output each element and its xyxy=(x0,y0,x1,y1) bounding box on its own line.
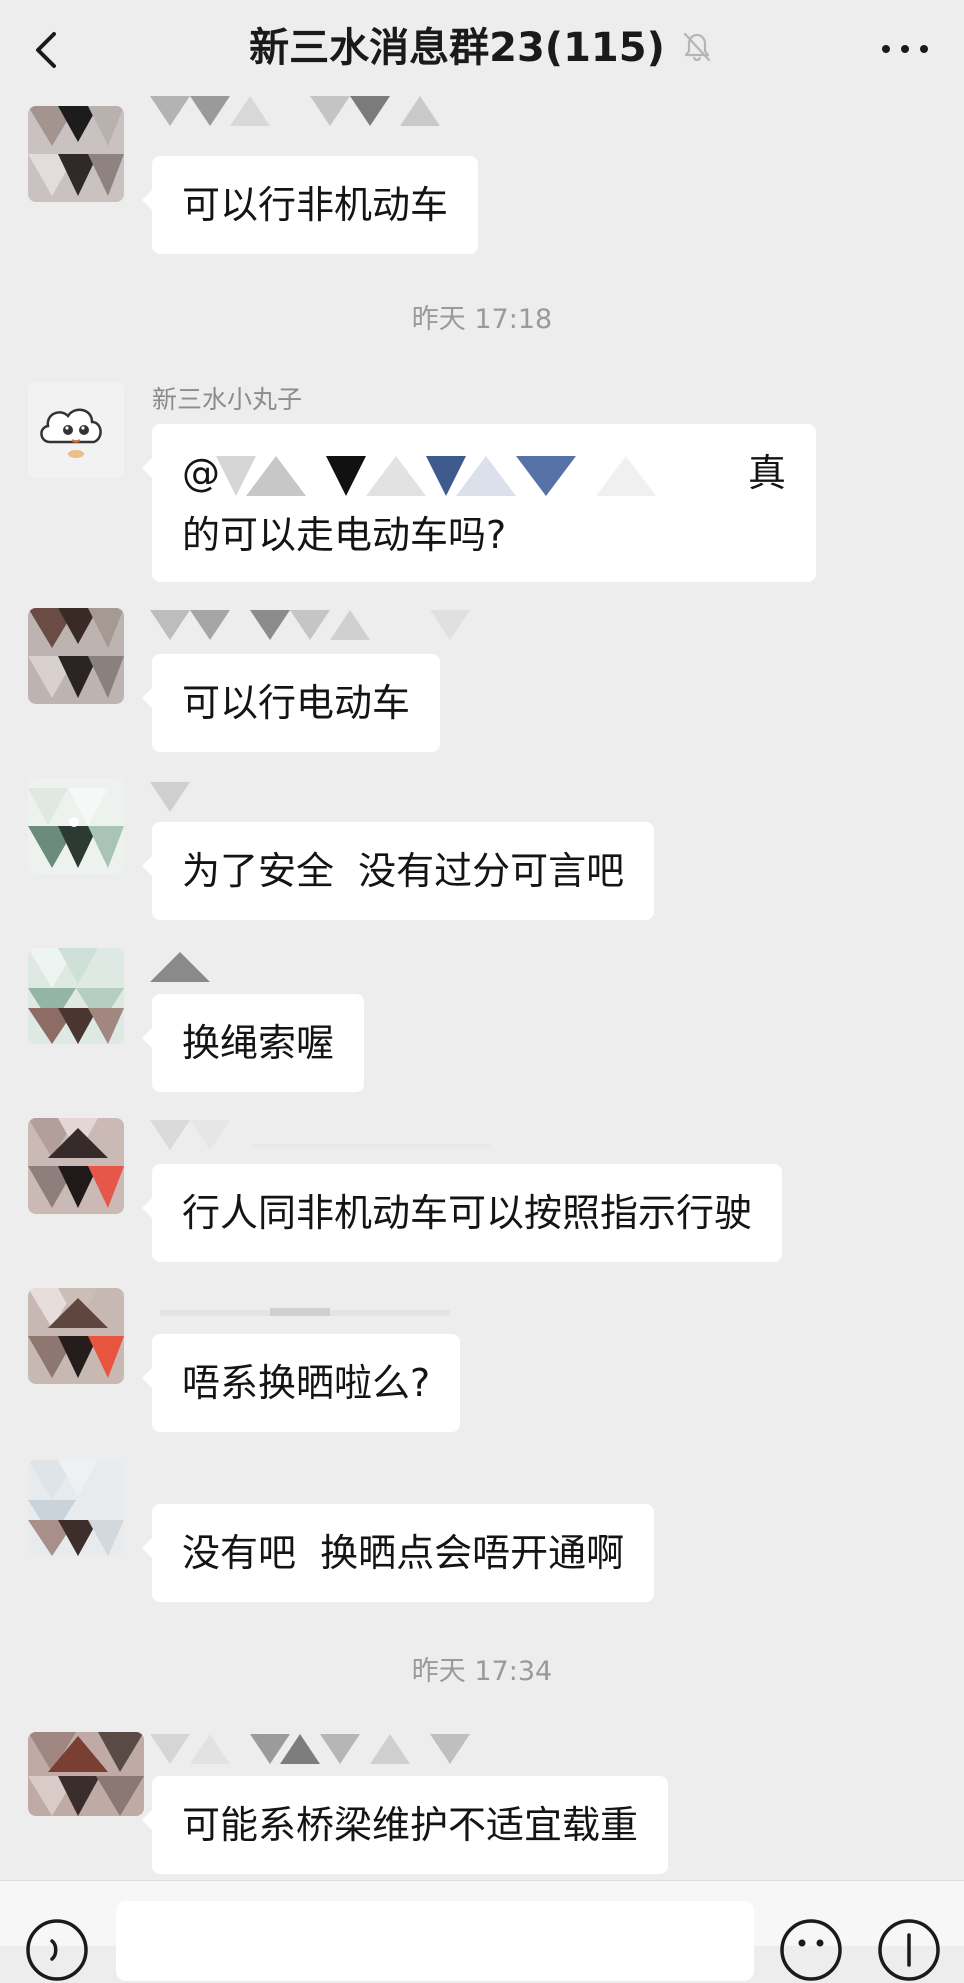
chat-message-list[interactable]: 可以行非机动车 昨天 17:18 新三水小丸子 @ 真 的可以走电动车吗? 可以… xyxy=(0,96,964,1880)
message-bubble[interactable]: @ 真 的可以走电动车吗? xyxy=(142,424,816,582)
plus-icon[interactable] xyxy=(876,1917,942,1983)
chat-title: 新三水消息群23(115) xyxy=(0,18,964,78)
message-bubble[interactable]: 可以行非机动车 xyxy=(141,156,479,254)
nickname-redacted xyxy=(150,1120,490,1150)
ellipsis-icon[interactable] xyxy=(880,36,930,62)
message-line: @ 真 xyxy=(182,442,786,504)
message-bubble[interactable]: 换绳索喔 xyxy=(141,994,365,1092)
message-bubble[interactable]: 没有吧 换晒点会唔开通啊 xyxy=(141,1504,655,1602)
user-avatar[interactable] xyxy=(28,1118,124,1214)
mention-redacted xyxy=(216,456,656,496)
user-avatar[interactable] xyxy=(28,1732,144,1816)
message-bubble[interactable]: 行人同非机动车可以按照指示行驶 xyxy=(141,1164,783,1262)
nickname-redacted xyxy=(150,96,440,126)
message-bubble[interactable]: 可以行电动车 xyxy=(141,654,441,752)
message-bubble[interactable]: 为了安全 没有过分可言吧 xyxy=(141,822,655,920)
user-avatar[interactable] xyxy=(28,106,124,202)
nickname-redacted xyxy=(150,782,190,812)
timestamp: 昨天 17:34 xyxy=(411,1656,553,1687)
message-line: 的可以走电动车吗? xyxy=(182,513,507,557)
user-avatar[interactable] xyxy=(28,778,124,874)
sender-nickname: 新三水小丸子 xyxy=(152,385,303,414)
emoji-icon[interactable] xyxy=(778,1917,844,1983)
user-avatar[interactable] xyxy=(28,948,124,1044)
bell-slash-icon xyxy=(683,32,710,62)
user-avatar[interactable] xyxy=(28,1288,124,1384)
user-avatar[interactable] xyxy=(28,608,124,704)
message-bubble[interactable]: 唔系换晒啦么? xyxy=(141,1334,461,1432)
mention-prefix: @ xyxy=(182,451,220,495)
user-avatar[interactable] xyxy=(28,1460,124,1556)
nickname-redacted xyxy=(150,610,470,640)
input-toolbar xyxy=(0,1880,964,1981)
chat-title-text: 新三水消息群23(115) xyxy=(249,25,665,71)
user-avatar[interactable] xyxy=(28,382,124,478)
message-bubble[interactable]: 可能系桥梁维护不适宜载重 xyxy=(141,1776,669,1874)
nickname-redacted xyxy=(160,1308,450,1316)
message-input[interactable] xyxy=(116,1901,754,1981)
voice-icon[interactable] xyxy=(24,1917,90,1983)
nickname-redacted xyxy=(150,1734,470,1764)
message-text-end: 真 xyxy=(747,451,786,495)
chat-header: 新三水消息群23(115) xyxy=(0,0,964,100)
nickname-redacted xyxy=(150,952,210,982)
timestamp: 昨天 17:18 xyxy=(411,304,553,335)
